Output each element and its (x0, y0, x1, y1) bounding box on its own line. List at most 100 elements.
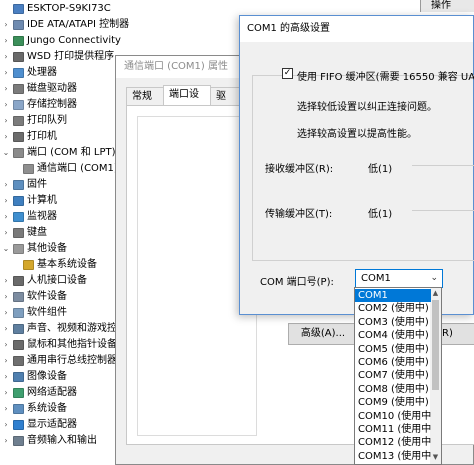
chevron-right-icon[interactable]: › (2, 113, 10, 129)
tree-item[interactable]: › 处理器 (2, 65, 57, 81)
com-port-option[interactable]: COM6 (使用中) (355, 356, 431, 369)
tree-item[interactable]: › IDE ATA/ATAPI 控制器 (2, 17, 129, 33)
chevron-right-icon[interactable]: › (2, 17, 10, 33)
com-port-option[interactable]: COM8 (使用中) (355, 383, 431, 396)
com-port-option[interactable]: COM10 (使用中 (355, 410, 431, 423)
tree-item[interactable]: › 图像设备 (2, 369, 67, 385)
tree-item[interactable]: ⌄ 端口 (COM 和 LPT) (2, 145, 116, 161)
chevron-right-icon[interactable]: › (2, 433, 10, 449)
chevron-right-icon[interactable]: › (2, 321, 10, 337)
fifo-checkbox[interactable]: ✓ (282, 68, 293, 79)
tree-item[interactable]: › 软件设备 (2, 289, 67, 305)
chevron-right-icon[interactable]: › (2, 97, 10, 113)
tree-item[interactable]: › WSD 打印提供程序 (2, 49, 114, 65)
tab-port-settings[interactable]: 端口设置 (163, 85, 211, 118)
chevron-right-icon[interactable]: › (2, 81, 10, 97)
com-port-dropdown: ▲ ▼ COM1 COM2 (使用中) COM3 (使用中) COM4 (使用中) CO… (354, 287, 442, 465)
tree-item-label: 鼠标和其他指针设备 (27, 339, 117, 350)
scroll-down-icon[interactable]: ▼ (430, 453, 441, 461)
tab-general[interactable]: 常规 (126, 87, 164, 105)
tree-item[interactable]: › 存储控制器 (2, 97, 77, 113)
tree-item-label: 打印队列 (27, 115, 67, 126)
chevron-right-icon[interactable]: › (2, 369, 10, 385)
chevron-right-icon[interactable]: › (2, 337, 10, 353)
receive-buffer-slider[interactable] (412, 165, 474, 166)
tree-item-label: 监视器 (27, 211, 57, 222)
tree-item[interactable]: › 音频输入和输出 (2, 433, 97, 449)
com-port-option[interactable]: COM12 (使用中 (355, 436, 431, 449)
tree-item[interactable]: › 键盘 (2, 225, 47, 241)
tree-item[interactable]: › 通用串行总线控制器 (2, 353, 117, 369)
tree-item[interactable]: 通信端口 (COM1) (12, 161, 118, 177)
tree-item-label: 其他设备 (27, 243, 67, 254)
tree-item[interactable]: › 打印机 (2, 129, 57, 145)
tree-item[interactable]: 基本系统设备 (12, 257, 97, 273)
chevron-right-icon[interactable]: › (2, 385, 10, 401)
tree-item[interactable]: › Jungo Connectivity (2, 33, 121, 49)
device-icon (13, 292, 24, 302)
tree-item[interactable]: › 鼠标和其他指针设备 (2, 337, 117, 353)
advanced-button[interactable]: 高级(A)... (288, 323, 358, 345)
com-port-option[interactable]: COM2 (使用中) (355, 302, 431, 315)
com-port-option[interactable]: COM1 (355, 289, 431, 302)
device-icon (13, 324, 24, 334)
com-port-option[interactable]: COM9 (使用中) (355, 396, 431, 409)
chevron-down-icon[interactable]: ⌄ (2, 241, 10, 257)
device-icon (13, 4, 24, 14)
chevron-right-icon[interactable]: › (2, 289, 10, 305)
tree-item[interactable]: › 固件 (2, 177, 47, 193)
tree-item[interactable]: › 网络适配器 (2, 385, 77, 401)
scroll-thumb[interactable] (432, 300, 439, 390)
tree-item[interactable]: › 监视器 (2, 209, 57, 225)
tree-item[interactable]: ESKTOP-S9KI73C (2, 1, 111, 17)
chevron-right-icon[interactable]: › (2, 65, 10, 81)
com-port-option[interactable]: COM13 (使用中 (355, 450, 431, 463)
chevron-right-icon[interactable]: › (2, 305, 10, 321)
device-icon (13, 68, 24, 78)
com-port-option[interactable]: COM11 (使用中 (355, 423, 431, 436)
tree-item[interactable]: › 人机接口设备 (2, 273, 87, 289)
transmit-buffer-value: 低(1) (368, 209, 393, 220)
tree-item[interactable]: › 软件组件 (2, 305, 67, 321)
device-icon (13, 52, 24, 62)
chevron-right-icon[interactable]: › (2, 273, 10, 289)
device-icon (13, 36, 24, 46)
tree-item-label: 通用串行总线控制器 (27, 355, 117, 366)
device-icon (23, 260, 34, 270)
chevron-right-icon[interactable]: › (2, 49, 10, 65)
com-port-option[interactable]: COM3 (使用中) (355, 316, 431, 329)
tree-item[interactable]: › 系统设备 (2, 401, 67, 417)
scroll-up-icon[interactable]: ▲ (430, 289, 441, 297)
tree-item[interactable]: › 计算机 (2, 193, 57, 209)
tree-item-label: Jungo Connectivity (27, 35, 121, 46)
chevron-right-icon[interactable]: › (2, 225, 10, 241)
chevron-right-icon[interactable]: › (2, 209, 10, 225)
com-port-option[interactable]: COM7 (使用中) (355, 369, 431, 382)
com-port-option[interactable]: COM4 (使用中) (355, 329, 431, 342)
chevron-right-icon[interactable]: › (2, 193, 10, 209)
com-port-select[interactable]: COM1 ⌄ (355, 269, 443, 288)
com-port-label: COM 端口号(P): (260, 277, 334, 288)
tree-item-label: 软件设备 (27, 291, 67, 302)
tab-driver[interactable]: 驱动程 (210, 87, 240, 105)
com-port-option[interactable]: COM5 (使用中) (355, 343, 431, 356)
tree-item-label: 网络适配器 (27, 387, 77, 398)
tree-item[interactable]: › 磁盘驱动器 (2, 81, 77, 97)
chevron-right-icon[interactable]: › (2, 353, 10, 369)
device-icon (13, 196, 24, 206)
device-icon (13, 132, 24, 142)
chevron-right-icon[interactable]: › (2, 129, 10, 145)
chevron-right-icon[interactable]: › (2, 33, 10, 49)
tree-item-label: 处理器 (27, 67, 57, 78)
chevron-right-icon[interactable]: › (2, 401, 10, 417)
chevron-right-icon[interactable]: › (2, 417, 10, 433)
chevron-right-icon[interactable]: › (2, 177, 10, 193)
transmit-buffer-slider[interactable] (412, 210, 474, 211)
chevron-down-icon[interactable]: ⌄ (2, 145, 10, 161)
tree-item[interactable]: › 打印队列 (2, 113, 67, 129)
dropdown-scrollbar[interactable]: ▲ ▼ (430, 288, 441, 464)
tree-item-label: ESKTOP-S9KI73C (27, 3, 111, 14)
tree-item[interactable]: ⌄ 其他设备 (2, 241, 67, 257)
tree-item[interactable]: › 显示适配器 (2, 417, 77, 433)
device-icon (13, 116, 24, 126)
